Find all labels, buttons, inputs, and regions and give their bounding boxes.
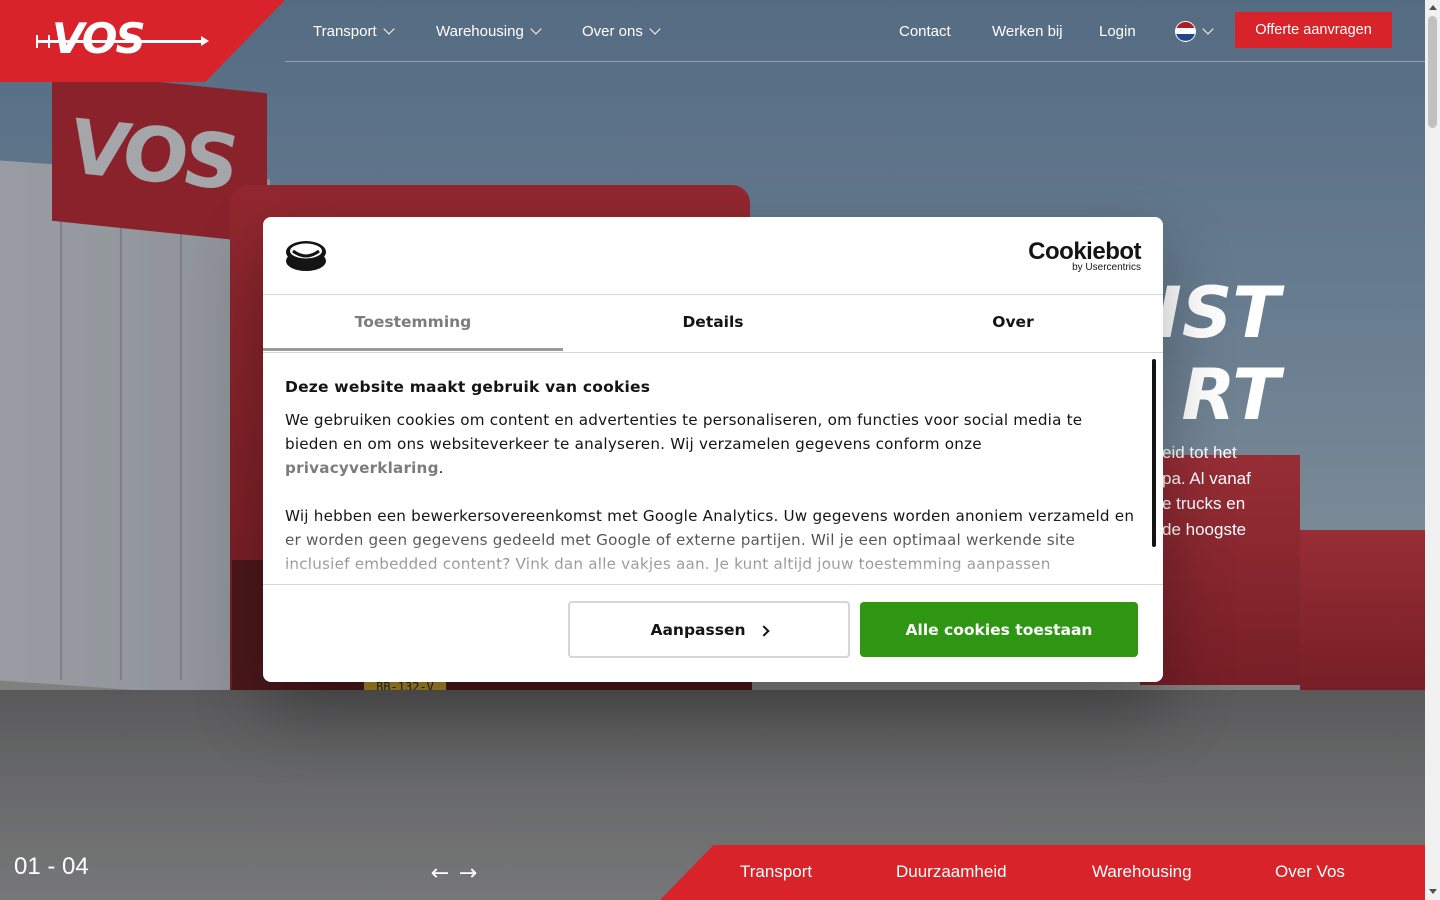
request-quote-button[interactable]: Offerte aanvragen <box>1235 12 1392 48</box>
arrow-right-icon[interactable]: → <box>457 860 479 888</box>
nav-label: Transport <box>313 22 377 40</box>
nav-label: Login <box>1099 22 1136 40</box>
dialog-paragraph: We gebruiken cookies om content en adver… <box>285 408 1135 480</box>
header-divider <box>285 61 1425 62</box>
nav-contact[interactable]: Contact <box>899 20 951 42</box>
customize-button[interactable]: Aanpassen <box>568 601 850 658</box>
hero-headline-line: RT <box>1181 354 1280 436</box>
hero-subtext-line: e trucks en <box>1162 494 1246 513</box>
slide-counter: 01 - 04 <box>14 853 89 880</box>
hero-subtext-line: pa. Al vanaf <box>1162 468 1251 488</box>
dialog-title: Deze website maakt gebruik van cookies <box>285 378 651 396</box>
active-tab-indicator <box>263 348 563 351</box>
netherlands-flag-icon <box>1175 20 1196 42</box>
dialog-scrollbar[interactable] <box>1152 359 1156 547</box>
nav-werken-bij[interactable]: Werken bij <box>992 20 1063 42</box>
bottom-tab-warehousing[interactable]: Warehousing <box>1092 862 1192 882</box>
tab-details[interactable]: Details <box>563 295 863 352</box>
cookie-icon <box>286 241 326 271</box>
hero-headline: IST RT <box>1156 272 1280 436</box>
page-scrollbar[interactable] <box>1425 0 1440 900</box>
nav-warehousing[interactable]: Warehousing <box>436 20 542 42</box>
chevron-down-icon <box>649 23 661 35</box>
nav-transport[interactable]: Transport <box>313 20 395 42</box>
cookie-consent-dialog: Cookiebot by Usercentrics Toestemming De… <box>263 217 1163 682</box>
dialog-header: Cookiebot by Usercentrics <box>263 217 1163 295</box>
customize-label: Aanpassen <box>650 620 746 639</box>
privacy-link[interactable]: privacyverklaring <box>285 459 439 477</box>
chevron-down-icon <box>382 23 395 35</box>
bottom-tab-transport[interactable]: Transport <box>740 862 812 882</box>
dialog-body[interactable]: Deze website maakt gebruik van cookies W… <box>285 374 1135 586</box>
language-selector[interactable] <box>1175 20 1214 42</box>
arrow-left-icon[interactable]: ← <box>429 860 451 888</box>
cookiebot-logo: Cookiebot by Usercentrics <box>1028 239 1141 273</box>
scroll-up-icon[interactable] <box>1429 5 1437 10</box>
bottom-tab-duurzaamheid[interactable]: Duurzaamheid <box>896 862 1007 882</box>
hero-subtext-line: de hoogste <box>1162 519 1247 539</box>
nav-label: Werken bij <box>992 22 1063 40</box>
scrollbar-thumb[interactable] <box>1428 16 1437 128</box>
scroll-down-icon[interactable] <box>1429 889 1437 894</box>
nav-label: Over ons <box>582 22 643 40</box>
dialog-paragraph: Wij hebben een bewerkersovereenkomst met… <box>285 507 1135 573</box>
paragraph-text: We gebruiken cookies om content en adver… <box>285 411 1083 453</box>
bottom-tab-over-vos[interactable]: Over Vos <box>1275 862 1345 882</box>
nav-login[interactable]: Login <box>1099 20 1136 42</box>
dialog-tabs: Toestemming Details Over <box>263 295 1163 353</box>
chevron-down-icon <box>530 23 542 35</box>
paragraph-text: . <box>438 459 444 477</box>
chevron-right-icon <box>757 624 770 637</box>
nav-label: Contact <box>899 22 951 40</box>
tab-over[interactable]: Over <box>863 295 1163 352</box>
chevron-down-icon <box>1202 23 1214 35</box>
dialog-footer-divider <box>263 584 1163 585</box>
allow-all-cookies-button[interactable]: Alle cookies toestaan <box>860 602 1138 657</box>
hero-subtext-line: eid tot het <box>1162 443 1237 462</box>
nav-over-ons[interactable]: Over ons <box>582 20 661 42</box>
logo-text: VOS <box>52 14 146 63</box>
nav-label: Warehousing <box>436 22 524 40</box>
hero-headline-line: IST <box>1155 272 1280 354</box>
tab-toestemming[interactable]: Toestemming <box>263 295 563 352</box>
hero-subtext: eid tot het pa. Al vanaf e trucks en de … <box>1162 440 1422 542</box>
